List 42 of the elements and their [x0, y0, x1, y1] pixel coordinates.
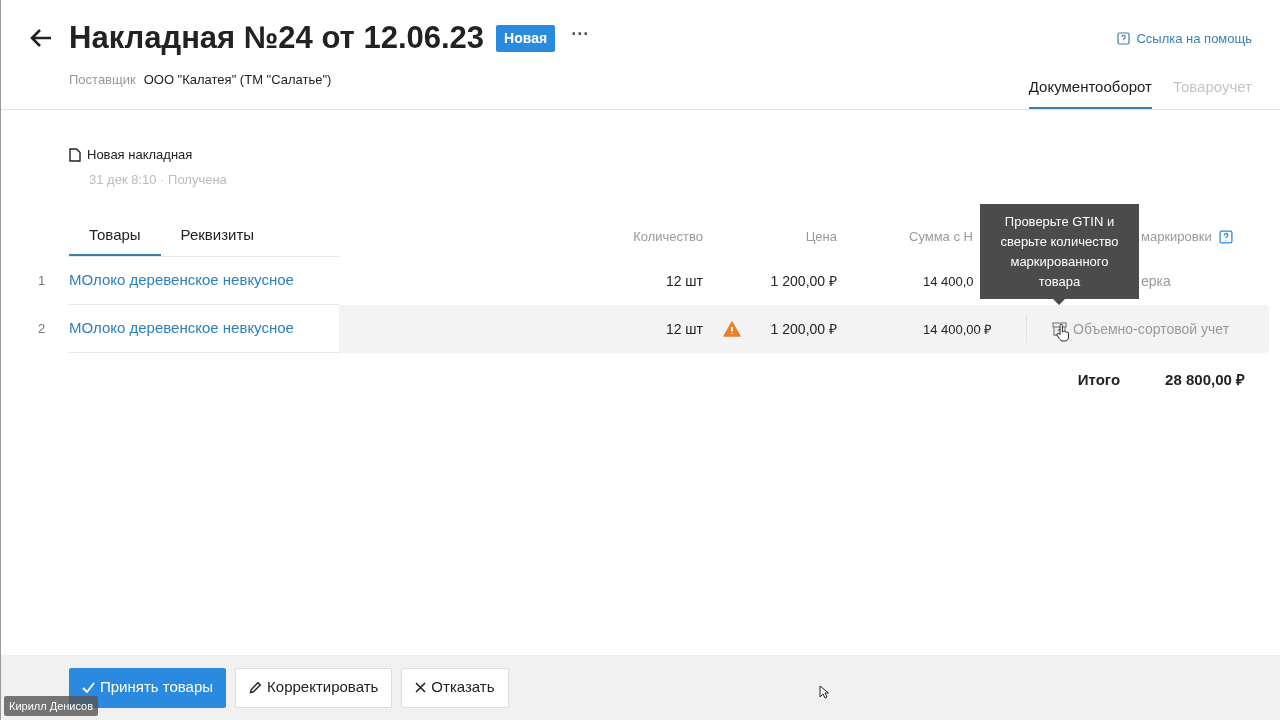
column-header: Цена	[805, 229, 837, 245]
tooltip: Проверьте GTIN и сверьте количество маркированного товара	[980, 204, 1139, 305]
marking-type: ерка	[1141, 271, 1171, 291]
table-cell: 12 шт	[665, 321, 703, 337]
document-icon	[69, 147, 81, 162]
column-header: Сумма с Н	[909, 229, 973, 245]
help-icon[interactable]	[1218, 230, 1233, 244]
table-cell: 14 400,00 ₽	[923, 322, 993, 337]
total-amount: 28 800,00 ₽	[1165, 369, 1245, 390]
document-meta: 31 дек 8:10 · Получена	[89, 170, 228, 189]
marking-type: Объемно-сортовой учет	[1073, 319, 1230, 339]
content-tab[interactable]: Товары	[69, 217, 161, 256]
supplier-name: ООО "Калатея" (ТМ "Салатье")	[143, 71, 332, 89]
action-button[interactable]: Корректировать	[235, 667, 393, 708]
table-cell: 14 400,0	[923, 274, 974, 289]
product-link[interactable]: МОлоко деревенское невкусное	[69, 269, 294, 292]
column-header: Количество	[633, 229, 703, 245]
cursor-icon	[819, 685, 829, 699]
view-tab[interactable]: Документооборот	[1028, 75, 1152, 109]
row-number: 1	[38, 273, 46, 289]
help-link[interactable]: Ссылка на помощь	[1117, 29, 1252, 49]
more-button[interactable]: ···	[571, 25, 590, 51]
table-cell: 12 шт	[665, 273, 703, 289]
column-header: маркировки	[1141, 228, 1212, 247]
help-icon	[1117, 32, 1131, 46]
content-tab[interactable]: Реквизиты	[160, 217, 275, 256]
check-icon	[82, 682, 95, 693]
document-name: Новая накладная	[87, 146, 193, 164]
table-cell: 1 200,00 ₽	[770, 273, 837, 289]
pencil-icon	[249, 681, 263, 694]
status-badge: Новая	[496, 24, 556, 52]
supplier-label: Поставщик	[69, 71, 136, 89]
participant-name: Кирилл Денисов	[4, 695, 99, 716]
page-title: Накладная №24 от 12.06.23	[69, 20, 485, 56]
total-label: Итого	[1077, 369, 1121, 390]
hand-cursor-icon	[1056, 324, 1070, 342]
box-icon[interactable]	[1052, 322, 1067, 336]
action-button[interactable]: Отказать	[401, 667, 509, 708]
product-link[interactable]: МОлоко деревенское невкусное	[69, 317, 294, 340]
close-icon	[415, 682, 427, 693]
row-number: 2	[38, 321, 46, 337]
table-cell: 1 200,00 ₽	[770, 321, 837, 337]
